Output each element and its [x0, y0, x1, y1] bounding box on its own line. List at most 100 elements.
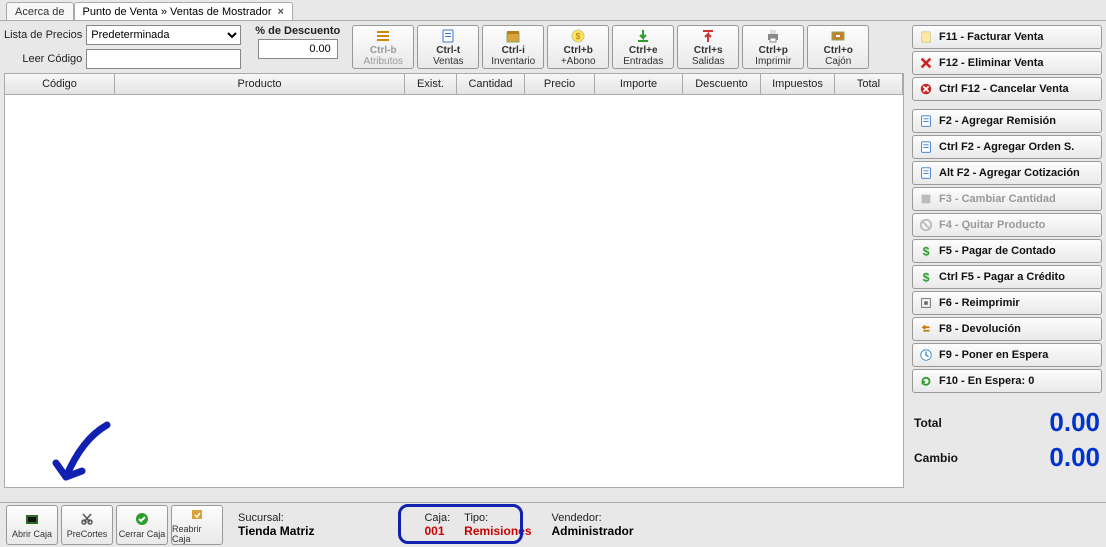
tab-label: Punto de Venta » Ventas de Mostrador — [83, 6, 272, 18]
side-panel: F11 - Facturar Venta F12 - Eliminar Venta… — [908, 21, 1106, 502]
grid-header: CódigoProductoExist.CantidadPrecioImport… — [4, 73, 904, 95]
side-btn: F4 - Quitar Producto — [912, 213, 1102, 237]
discount-pct-label: % de Descuento — [255, 25, 340, 37]
bottom-btn-label: Cerrar Caja — [119, 529, 166, 539]
toolbar-key: Ctrl+p — [759, 45, 788, 56]
side-btn-label: Alt F2 - Agregar Cotización — [939, 167, 1080, 179]
caja-value: 001 — [424, 524, 450, 538]
toolbar-key: Ctrl+s — [694, 45, 723, 56]
side-btn-label: Ctrl F2 - Agregar Orden S. — [939, 141, 1074, 153]
side-btn-label: F6 - Reimprimir — [939, 297, 1020, 309]
toolbar-btn-inventario[interactable]: Ctrl-iInventario — [482, 25, 544, 69]
toolbar-btn-atributos: Ctrl-bAtributos — [352, 25, 414, 69]
toolbar-btn-entradas[interactable]: Ctrl+eEntradas — [612, 25, 674, 69]
side-btn[interactable]: F12 - Eliminar Venta — [912, 51, 1102, 75]
column-header[interactable]: Cantidad — [457, 74, 525, 94]
tipo-value: Remisiones — [464, 524, 531, 538]
doc-icon — [919, 114, 933, 128]
side-btn-label: F10 - En Espera: 0 — [939, 375, 1034, 387]
vendedor-value: Administrador — [552, 524, 634, 538]
tab-label: Acerca de — [15, 6, 65, 18]
tab-bar: Acerca de Punto de Venta » Ventas de Mos… — [0, 0, 1106, 20]
column-header[interactable]: Importe — [595, 74, 683, 94]
toolbar-key: Ctrl+e — [629, 45, 658, 56]
side-btn-label: F12 - Eliminar Venta — [939, 57, 1044, 69]
column-header[interactable]: Descuento — [683, 74, 761, 94]
side-btn-label: Ctrl F12 - Cancelar Venta — [939, 83, 1069, 95]
side-btn[interactable]: F2 - Agregar Remisión — [912, 109, 1102, 133]
sucursal-value: Tienda Matriz — [238, 524, 314, 538]
dollar-icon: $ — [919, 244, 933, 258]
toolbar-label: Cajón — [825, 56, 851, 67]
side-btn: F3 - Cambiar Cantidad — [912, 187, 1102, 211]
column-header[interactable]: Impuestos — [761, 74, 835, 94]
bottom-btn-label: Abrir Caja — [12, 529, 52, 539]
svg-text:$: $ — [923, 270, 930, 284]
side-btn[interactable]: Ctrl F12 - Cancelar Venta — [912, 77, 1102, 101]
column-header[interactable]: Total — [835, 74, 903, 94]
doc-icon — [919, 140, 933, 154]
toolbar-key: Ctrl+b — [564, 45, 593, 56]
toolbar-btn-cajón[interactable]: Ctrl+oCajón — [807, 25, 869, 69]
reopen-icon — [189, 506, 205, 524]
close-icon[interactable]: × — [278, 6, 284, 18]
toolbar-key: Ctrl-i — [502, 45, 525, 56]
toolbar-btn-ventas[interactable]: Ctrl-tVentas — [417, 25, 479, 69]
side-btn-label: F4 - Quitar Producto — [939, 219, 1045, 231]
column-header[interactable]: Producto — [115, 74, 405, 94]
puzzle-icon — [919, 192, 933, 206]
side-btn[interactable]: $ F5 - Pagar de Contado — [912, 239, 1102, 263]
side-btn[interactable]: F8 - Devolución — [912, 317, 1102, 341]
svg-text:$: $ — [923, 244, 930, 258]
price-list-select[interactable]: Predeterminada — [86, 25, 241, 45]
side-btn[interactable]: $ Ctrl F5 - Pagar a Crédito — [912, 265, 1102, 289]
price-list-label: Lista de Precios — [4, 29, 82, 41]
toolbar-btn-salidas[interactable]: Ctrl+sSalidas — [677, 25, 739, 69]
main-content: Lista de Precios Predeterminada Leer Cód… — [0, 21, 908, 502]
toolbar-btn-imprimir[interactable]: Ctrl+pImprimir — [742, 25, 804, 69]
side-btn-label: F9 - Poner en Espera — [939, 349, 1048, 361]
read-code-input[interactable] — [86, 49, 241, 69]
toolbar-key: Ctrl+o — [824, 45, 853, 56]
x-icon — [919, 56, 933, 70]
toolbar-btn-+abono[interactable]: $ Ctrl+b+Abono — [547, 25, 609, 69]
tipo-label: Tipo: — [464, 512, 531, 524]
check-icon — [134, 511, 150, 529]
top-toolbar: Ctrl-bAtributosCtrl-tVentasCtrl-iInventa… — [352, 25, 869, 69]
column-header[interactable]: Código — [5, 74, 115, 94]
side-btn-label: F8 - Devolución — [939, 323, 1021, 335]
column-header[interactable]: Exist. — [405, 74, 457, 94]
caja-label: Caja: — [424, 512, 450, 524]
side-btn[interactable]: F9 - Poner en Espera — [912, 343, 1102, 367]
toolbar-key: Ctrl-b — [370, 45, 397, 56]
grid-body[interactable] — [4, 95, 904, 488]
svg-text:$: $ — [576, 32, 581, 41]
column-header[interactable]: Precio — [525, 74, 595, 94]
bottom-btn-reabrir-caja[interactable]: Reabrir Caja — [171, 505, 223, 545]
side-btn[interactable]: Alt F2 - Agregar Cotización — [912, 161, 1102, 185]
bottom-bar: Abrir Caja PreCortes Cerrar Caja Reabrir Ca… — [0, 502, 1106, 547]
open-icon — [24, 511, 40, 529]
bottom-btn-abrir-caja[interactable]: Abrir Caja — [6, 505, 58, 545]
side-btn[interactable]: F6 - Reimprimir — [912, 291, 1102, 315]
tab-acerca-de[interactable]: Acerca de — [6, 2, 74, 20]
toolbar-label: +Abono — [561, 56, 596, 67]
toolbar-label: Salidas — [692, 56, 725, 67]
side-btn-label: Ctrl F5 - Pagar a Crédito — [939, 271, 1065, 283]
side-btn[interactable]: Ctrl F2 - Agregar Orden S. — [912, 135, 1102, 159]
discount-pct-value[interactable]: 0.00 — [258, 39, 338, 59]
bottom-btn-precortes[interactable]: PreCortes — [61, 505, 113, 545]
refresh-icon — [919, 374, 933, 388]
toolbar-key: Ctrl-t — [436, 45, 460, 56]
cut-icon — [79, 511, 95, 529]
bottom-btn-cerrar-caja[interactable]: Cerrar Caja — [116, 505, 168, 545]
side-btn-label: F3 - Cambiar Cantidad — [939, 193, 1056, 205]
change-value: 0.00 — [1049, 442, 1100, 473]
side-btn[interactable]: F10 - En Espera: 0 — [912, 369, 1102, 393]
read-code-label: Leer Código — [4, 53, 82, 65]
total-label: Total — [914, 416, 942, 430]
tab-punto-de-venta[interactable]: Punto de Venta » Ventas de Mostrador × — [74, 2, 293, 20]
side-btn[interactable]: F11 - Facturar Venta — [912, 25, 1102, 49]
no-icon — [919, 218, 933, 232]
side-btn-label: F5 - Pagar de Contado — [939, 245, 1056, 257]
